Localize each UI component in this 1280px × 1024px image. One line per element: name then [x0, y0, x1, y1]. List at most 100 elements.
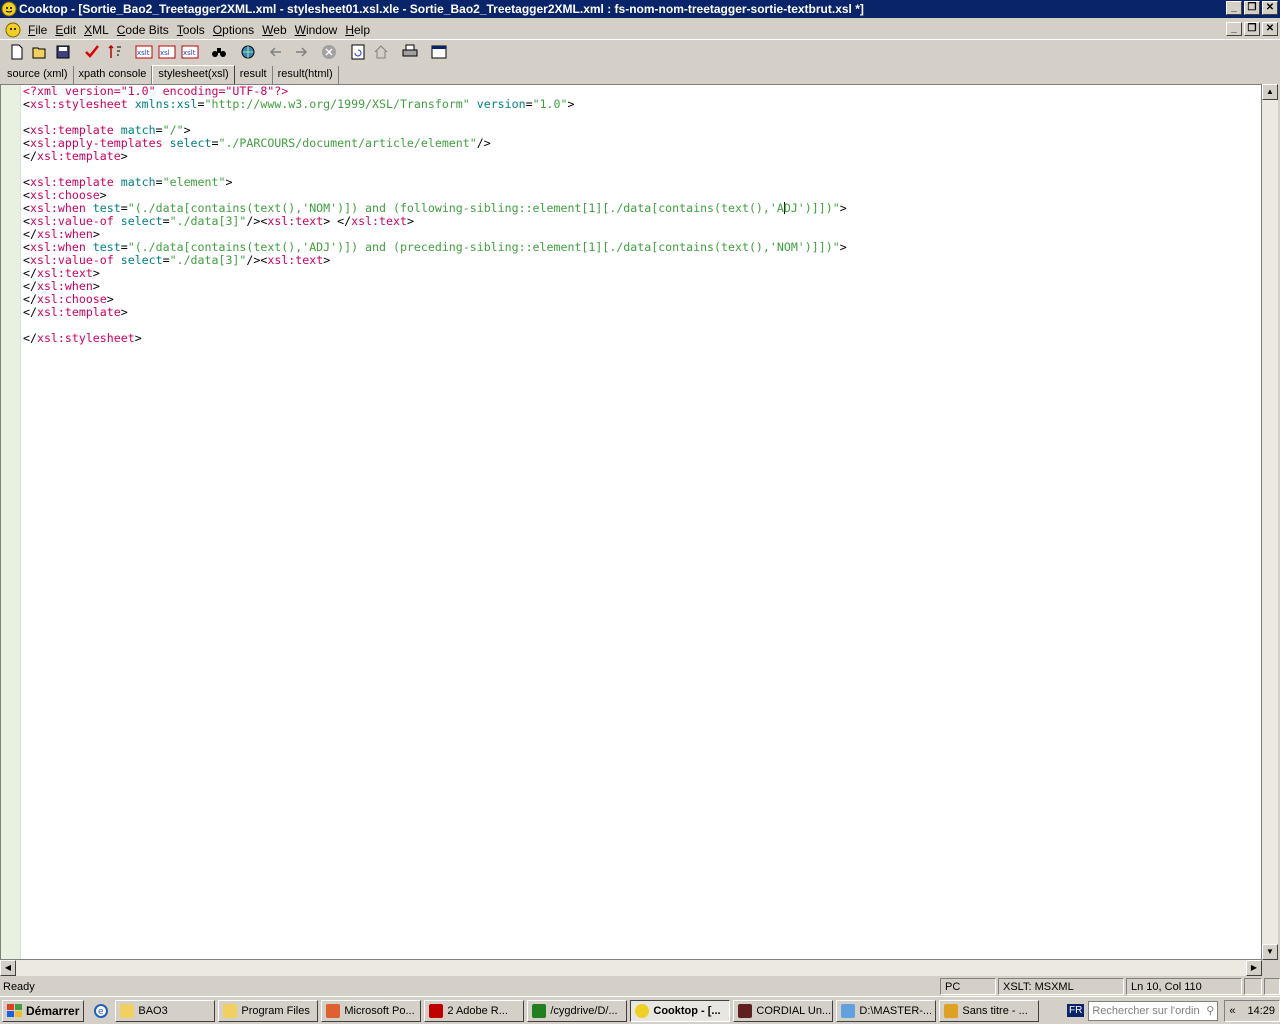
code-line[interactable]: </xsl:stylesheet> [23, 332, 847, 345]
taskbar-button[interactable]: BAO3 [115, 999, 216, 1022]
menu-item-tools[interactable]: Tools [173, 23, 209, 37]
taskbar-button[interactable]: Cooktop - [... [630, 999, 731, 1022]
forward-arrow-icon[interactable] [289, 41, 311, 63]
code-token: /> [476, 136, 491, 150]
code-token: "./data[3]" [169, 253, 247, 267]
taskbar-button[interactable]: CORDIAL Un... [733, 999, 834, 1022]
code-line[interactable] [23, 319, 847, 332]
code-line[interactable]: </xsl:choose> [23, 293, 847, 306]
restore-button[interactable]: ❐ [1244, 1, 1260, 15]
code-token: > [92, 227, 100, 241]
code-line[interactable]: <xsl:stylesheet xmlns:xsl="http://www.w3… [23, 98, 847, 111]
scroll-left-icon[interactable]: ◀ [0, 960, 16, 976]
scroll-up-icon[interactable]: ▲ [1262, 84, 1278, 100]
menu-item-edit[interactable]: Edit [51, 23, 80, 37]
taskbar-button[interactable]: Sans titre - ... [939, 999, 1040, 1022]
code-token: xsl:when [36, 227, 93, 241]
xslt-transform-icon[interactable]: xslt [133, 41, 155, 63]
clock[interactable]: 14:29 [1247, 1005, 1275, 1017]
code-token: > [106, 292, 114, 306]
code-editor[interactable]: <?xml version="1.0" encoding="UTF-8"?> <x… [0, 84, 1262, 960]
quick-launch-ie-icon[interactable]: e [90, 1000, 112, 1022]
taskbar-button-label: BAO3 [138, 1004, 168, 1017]
menu-item-file[interactable]: File [24, 23, 51, 37]
taskbar-button[interactable]: D:\MASTER-... [836, 999, 937, 1022]
code-line[interactable]: </xsl:template> [23, 306, 847, 319]
vertical-scrollbar[interactable]: ▲ ▼ [1262, 84, 1278, 960]
search-icon[interactable]: ⚲ [1206, 1004, 1214, 1017]
document-icon[interactable] [5, 22, 21, 38]
size-grip[interactable] [1264, 978, 1280, 995]
desktop-search-input[interactable]: Rechercher sur l'ordin ⚲ [1088, 1000, 1219, 1021]
scroll-corner [1262, 960, 1280, 976]
language-indicator[interactable]: FR [1067, 1004, 1085, 1017]
browse-globe-icon[interactable] [237, 41, 259, 63]
menu-item-options[interactable]: Options [209, 23, 258, 37]
horizontal-scrollbar[interactable]: ◀ ▶ [0, 960, 1262, 976]
svg-text:e: e [98, 1007, 104, 1017]
windows-logo-icon [7, 1003, 22, 1017]
doc-restore-button[interactable]: ❐ [1244, 22, 1260, 36]
code-token: </ [23, 305, 37, 319]
tab-source-xml[interactable]: source (xml) [2, 66, 74, 84]
xslt-html-icon[interactable]: xsl [156, 41, 178, 63]
tab-result[interactable]: result [235, 66, 273, 84]
status-engine: XSLT: MSXML [998, 978, 1124, 995]
doc-close-button[interactable]: ✕ [1262, 22, 1278, 36]
code-line[interactable]: </xsl:when> [23, 280, 847, 293]
taskbar-button[interactable]: Program Files [218, 999, 319, 1022]
sort-icon[interactable] [104, 41, 126, 63]
find-binoculars-icon[interactable] [208, 41, 230, 63]
home-icon[interactable] [370, 41, 392, 63]
xslt-debug-icon[interactable]: xslt [179, 41, 201, 63]
code-line[interactable]: <xsl:value-of select="./data[3]"/><xsl:t… [23, 254, 847, 267]
code-line[interactable]: <xsl:template match="element"> [23, 176, 847, 189]
new-file-icon[interactable] [6, 41, 28, 63]
expand-tray-button[interactable]: « [1229, 1005, 1235, 1017]
code-token: xsl:text [267, 253, 324, 267]
minimize-button[interactable]: _ [1226, 1, 1242, 15]
back-arrow-icon[interactable] [266, 41, 288, 63]
document-tabs: source (xml) xpath console stylesheet(xsl)… [0, 64, 1280, 85]
refresh-icon[interactable] [347, 41, 369, 63]
menu-item-window[interactable]: Window [291, 23, 342, 37]
tab-xpath-console[interactable]: xpath console [74, 66, 153, 84]
notification-area: « 14:29 [1224, 999, 1280, 1022]
code-token: = [120, 240, 128, 254]
code-line[interactable]: </xsl:text> [23, 267, 847, 280]
taskbar-button[interactable]: 2 Adobe R... [424, 999, 525, 1022]
code-token: < [23, 253, 30, 267]
notepad-icon [841, 1003, 856, 1018]
code-token: version [469, 97, 526, 111]
tab-result-html[interactable]: result(html) [273, 66, 339, 84]
validate-check-icon[interactable] [81, 41, 103, 63]
code-line[interactable]: <xsl:value-of select="./data[3]"/><xsl:t… [23, 215, 847, 228]
properties-icon[interactable] [428, 41, 450, 63]
save-icon[interactable] [52, 41, 74, 63]
code-token: = [525, 97, 533, 111]
doc-minimize-button[interactable]: _ [1226, 22, 1242, 36]
code-token: match [113, 175, 156, 189]
taskbar-button[interactable]: Microsoft Po... [321, 999, 422, 1022]
folder-icon [120, 1003, 135, 1018]
close-button[interactable]: ✕ [1262, 1, 1278, 15]
title-bar: Cooktop - [Sortie_Bao2_Treetagger2XML.xm… [0, 0, 1280, 18]
svg-text:xslt: xslt [137, 49, 150, 57]
menu-item-code-bits[interactable]: Code Bits [113, 23, 173, 37]
stop-icon[interactable] [318, 41, 340, 63]
cooktop-app-icon[interactable] [1, 1, 17, 17]
tab-stylesheet-xsl[interactable]: stylesheet(xsl) [152, 65, 235, 85]
menu-item-xml[interactable]: XML [80, 23, 113, 37]
scroll-right-icon[interactable]: ▶ [1246, 960, 1262, 976]
code-line[interactable]: </xsl:template> [23, 150, 847, 163]
scroll-down-icon[interactable]: ▼ [1262, 944, 1278, 960]
menu-item-help[interactable]: Help [341, 23, 374, 37]
open-folder-icon[interactable] [29, 41, 51, 63]
start-button[interactable]: Démarrer [2, 999, 85, 1022]
print-icon[interactable] [399, 41, 421, 63]
code-content[interactable]: <?xml version="1.0" encoding="UTF-8"?> <x… [23, 85, 847, 345]
code-line[interactable]: <xsl:apply-templates select="./PARCOURS/… [23, 137, 847, 150]
code-token: </ [23, 292, 37, 306]
taskbar-button[interactable]: /cygdrive/D/... [527, 999, 628, 1022]
menu-item-web[interactable]: Web [258, 23, 290, 37]
